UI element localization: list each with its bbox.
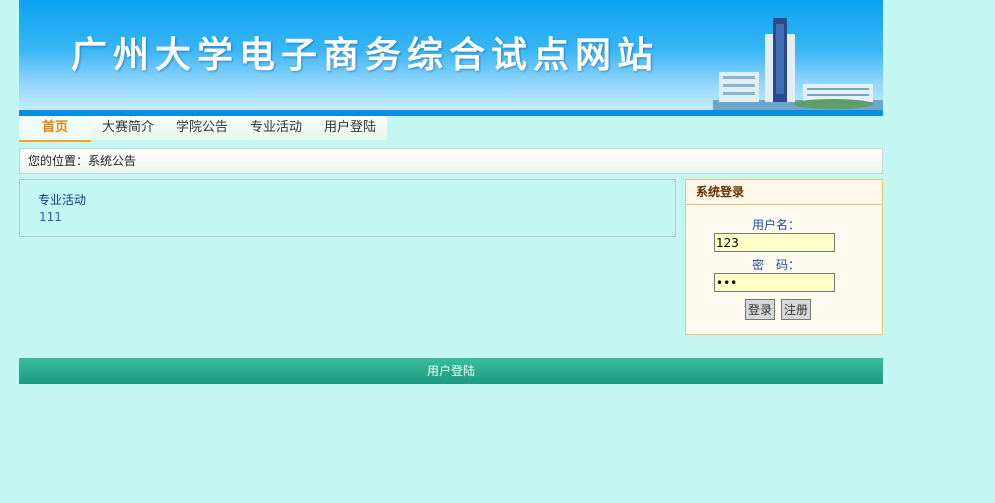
category-link[interactable]: 专业活动 xyxy=(38,191,86,208)
username-label: 用户名： xyxy=(752,218,801,232)
footer-login-bar[interactable]: 用户登陆 xyxy=(19,358,883,384)
nav-item-home[interactable]: 首页 xyxy=(19,116,91,142)
site-banner: 广州大学电子商务综合试点网站 xyxy=(19,0,883,110)
nav-item-contest-intro[interactable]: 大赛简介 xyxy=(91,116,166,140)
login-button[interactable]: 登录 xyxy=(745,299,776,320)
page-wrapper: 广州大学电子商务综合试点网站 首页 大赛简介 学院公告 专业活动 用户登陆 您的… xyxy=(19,0,883,384)
main-nav: 首页 大赛简介 学院公告 专业活动 用户登陆 xyxy=(19,116,883,142)
campus-building-image xyxy=(713,18,883,110)
breadcrumb: 您的位置：系统公告 xyxy=(19,148,883,174)
username-input[interactable] xyxy=(714,233,835,252)
password-label: 密 码： xyxy=(752,258,801,272)
nav-item-user-login[interactable]: 用户登陆 xyxy=(313,116,388,140)
login-panel-title: 系统登录 xyxy=(686,180,882,205)
login-panel: 系统登录 用户名： 密 码： 登录 注册 xyxy=(685,179,883,335)
content-area: 专业活动 111 系统登录 用户名： 密 码： 登录 注册 xyxy=(19,179,883,349)
password-input[interactable] xyxy=(714,273,835,292)
main-panel: 专业活动 111 xyxy=(19,179,676,237)
nav-item-activities[interactable]: 专业活动 xyxy=(239,116,314,140)
register-button[interactable]: 注册 xyxy=(781,299,812,320)
site-title: 广州大学电子商务综合试点网站 xyxy=(71,34,660,76)
list-item[interactable]: 111 xyxy=(39,210,62,224)
nav-item-college-notices[interactable]: 学院公告 xyxy=(165,116,240,140)
